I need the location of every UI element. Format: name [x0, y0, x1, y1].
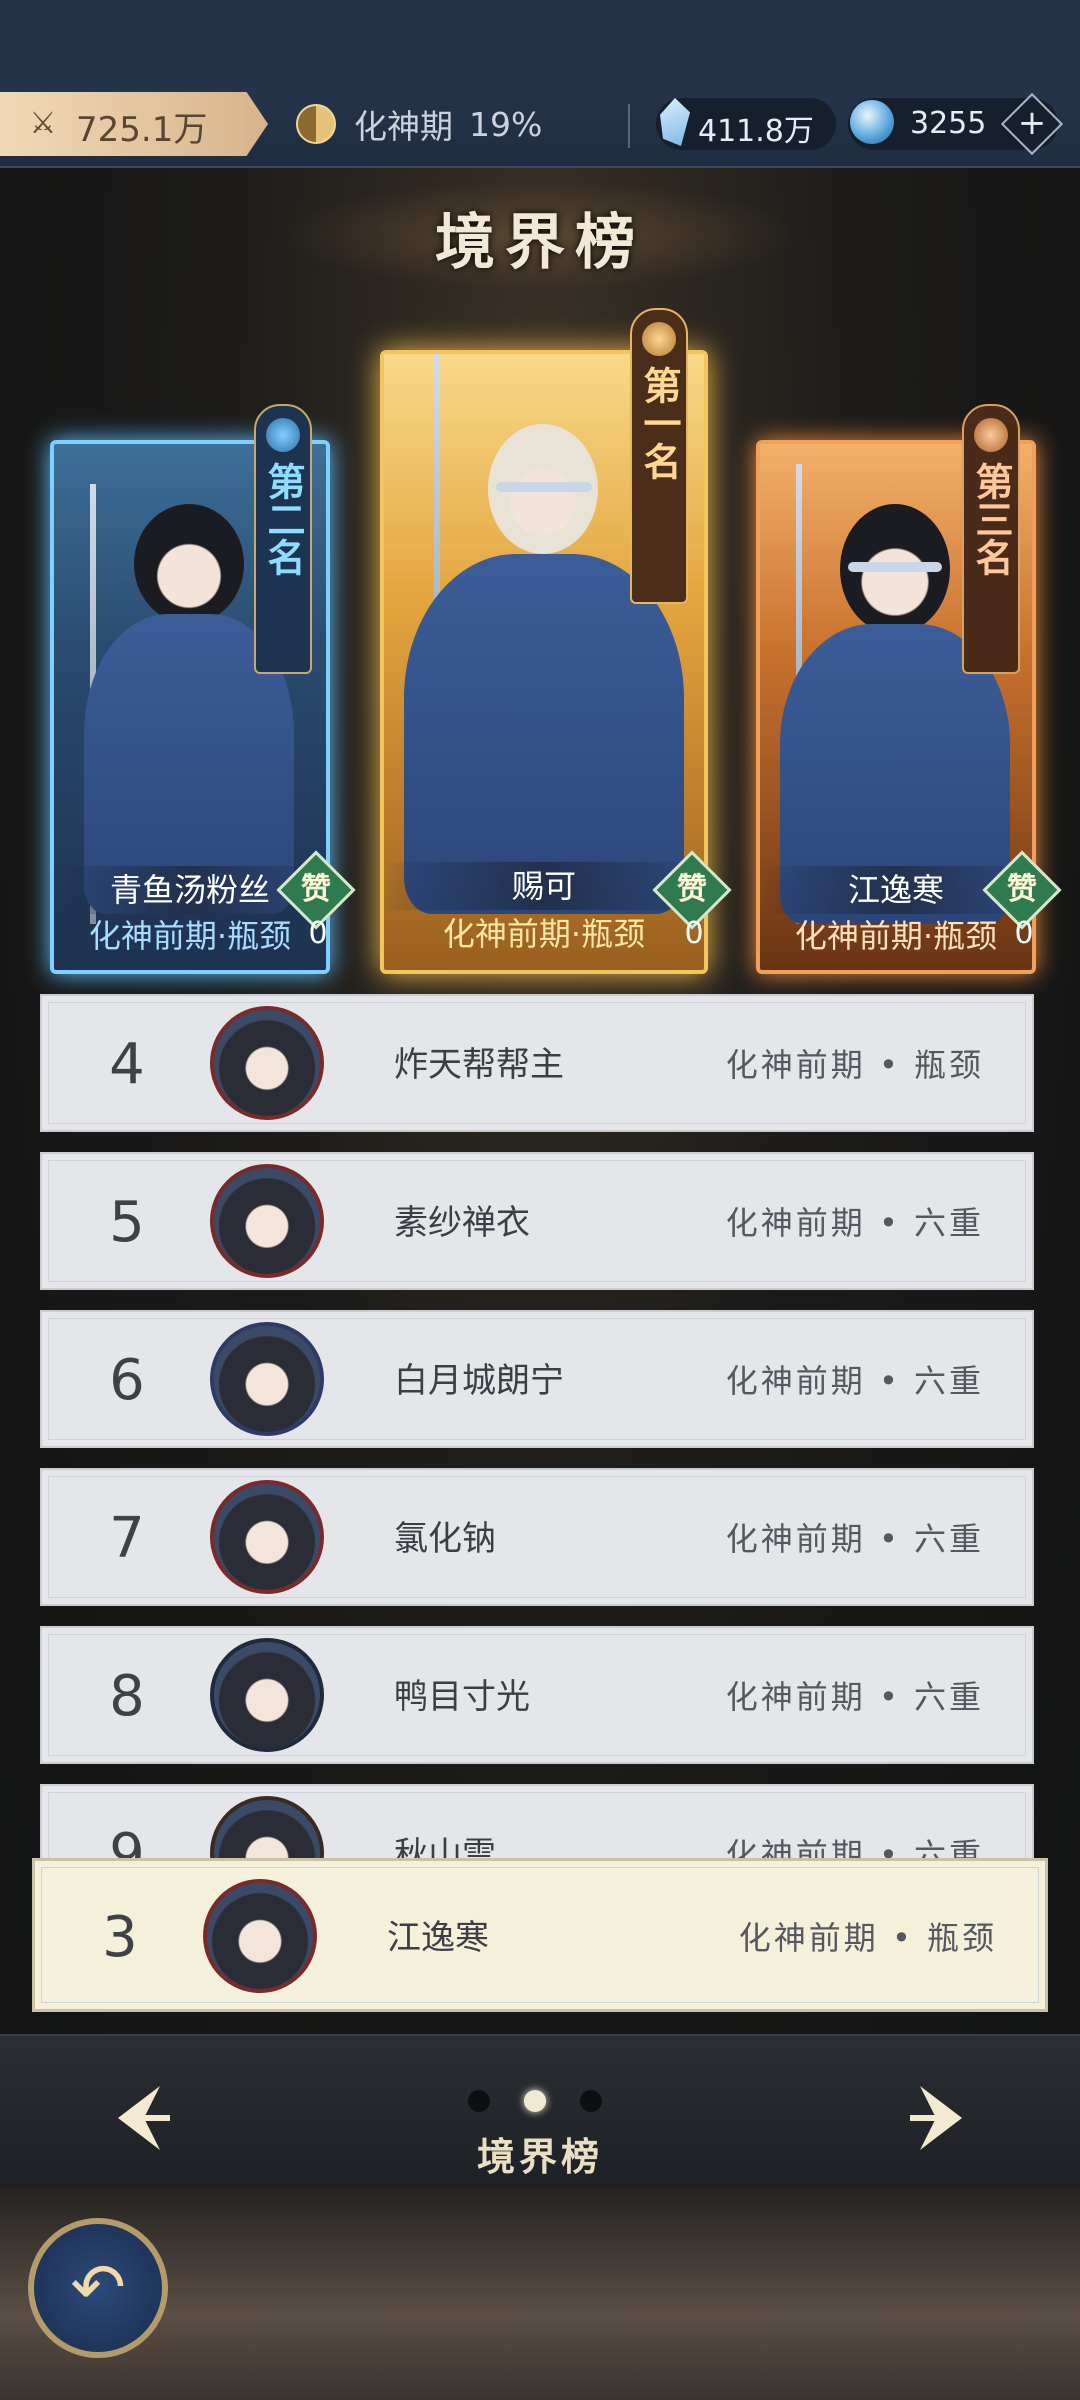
like-label: 赞	[301, 872, 331, 907]
player-name: 素纱禅衣	[394, 1203, 530, 1243]
add-currency-button[interactable]: +	[1000, 92, 1064, 156]
realm-level: 化神前期 • 六重	[725, 1362, 984, 1400]
podium-realm: 化神前期·瓶颈	[794, 917, 998, 955]
like-label: 赞	[677, 872, 707, 907]
like-count: 0	[1014, 916, 1034, 951]
page-title: 境界榜	[435, 208, 645, 278]
podium-realm: 化神前期·瓶颈	[442, 915, 646, 953]
divider	[628, 104, 630, 148]
board-switcher: 境界榜	[0, 2034, 1080, 2190]
jade-gem-counter[interactable]: 3255 +	[848, 92, 1064, 156]
combat-power-badge[interactable]: ⚔ 725.1万	[0, 92, 268, 156]
rank-number: 8	[109, 1664, 145, 1729]
page-dot-active[interactable]	[524, 2090, 546, 2112]
realm-level: 化神前期 • 六重	[725, 1678, 984, 1716]
like-label: 赞	[1007, 872, 1037, 907]
lotus-icon	[974, 418, 1008, 452]
player-name: 江逸寒	[387, 1918, 489, 1958]
realm-level: 化神前期 • 瓶颈	[738, 1919, 997, 1957]
rank-number: 3	[102, 1905, 138, 1970]
like-count: 0	[684, 916, 704, 951]
podium-realm: 化神前期·瓶颈	[88, 917, 292, 955]
list-item[interactable]: 5 素纱禅衣 化神前期 • 六重	[40, 1152, 1034, 1290]
combat-power-value: 725.1万	[76, 110, 208, 150]
lotus-icon	[266, 418, 300, 452]
spirit-crystal-counter[interactable]: 411.8万	[656, 98, 836, 150]
jade-gem-value: 3255	[910, 106, 987, 141]
avatar	[203, 1879, 317, 1993]
rank-number: 4	[109, 1032, 145, 1097]
player-name: 氯化钠	[394, 1519, 496, 1559]
page-indicator	[468, 2090, 602, 2112]
plus-icon: +	[1017, 103, 1047, 143]
rank-number: 6	[109, 1348, 145, 1413]
rank-tag-second: 第二名	[254, 404, 312, 674]
realm-level: 化神前期 • 六重	[725, 1836, 984, 1860]
rank-number: 7	[109, 1506, 145, 1571]
return-arrow-icon: ↶	[70, 2249, 126, 2326]
realm-name: 化神期	[354, 107, 453, 146]
player-name: 秋山雲	[394, 1835, 496, 1860]
player-name: 炸天帮帮主	[394, 1045, 564, 1085]
rank-label: 第一名	[637, 366, 682, 480]
rank-number: 9	[109, 1822, 145, 1860]
realm-level: 化神前期 • 六重	[725, 1204, 984, 1242]
player-name: 鸭目寸光	[394, 1677, 530, 1717]
page-dot[interactable]	[468, 2090, 490, 2112]
yin-yang-icon	[296, 104, 336, 144]
avatar	[210, 1006, 324, 1120]
realm-level: 化神前期 • 六重	[725, 1520, 984, 1558]
list-item[interactable]: 9 秋山雲 化神前期 • 六重	[40, 1784, 1034, 1860]
avatar	[210, 1796, 324, 1860]
avatar	[210, 1638, 324, 1752]
crossed-swords-icon: ⚔	[29, 106, 57, 141]
system-status-bar	[0, 0, 1080, 88]
resource-bar: ⚔ 725.1万 化神期 19% 411.8万 3255 +	[0, 88, 1080, 168]
list-item[interactable]: 4 炸天帮帮主 化神前期 • 瓶颈	[40, 994, 1034, 1132]
lotus-icon	[642, 322, 676, 356]
like-count: 0	[308, 916, 328, 951]
avatar	[210, 1480, 324, 1594]
list-item[interactable]: 7 氯化钠 化神前期 • 六重	[40, 1468, 1034, 1606]
player-name: 白月城朗宁	[394, 1361, 564, 1401]
realm-progress: 19%	[469, 104, 543, 144]
list-item[interactable]: 8 鸭目寸光 化神前期 • 六重	[40, 1626, 1034, 1764]
rank-tag-third: 第三名	[962, 404, 1020, 674]
realm-status[interactable]: 化神期 19%	[296, 102, 542, 146]
spirit-crystal-icon	[660, 98, 690, 146]
rank-number: 5	[109, 1190, 145, 1255]
spirit-crystal-value: 411.8万	[698, 114, 814, 149]
avatar	[210, 1322, 324, 1436]
avatar	[210, 1164, 324, 1278]
my-rank-row[interactable]: 3 江逸寒 化神前期 • 瓶颈	[32, 1858, 1048, 2012]
page-dot[interactable]	[580, 2090, 602, 2112]
list-item[interactable]: 6 白月城朗宁 化神前期 • 六重	[40, 1310, 1034, 1448]
rank-label: 第三名	[969, 462, 1014, 576]
realm-level: 化神前期 • 瓶颈	[725, 1046, 984, 1084]
jade-gem-icon	[850, 100, 894, 144]
back-button[interactable]: ↶	[28, 2218, 168, 2358]
rank-tag-first: 第一名	[630, 308, 688, 604]
rank-label: 第二名	[261, 462, 306, 576]
ranking-list[interactable]: 4 炸天帮帮主 化神前期 • 瓶颈 5 素纱禅衣 化神前期 • 六重 6 白月城…	[0, 990, 1080, 1860]
arrow-right-icon[interactable]	[900, 2078, 980, 2158]
